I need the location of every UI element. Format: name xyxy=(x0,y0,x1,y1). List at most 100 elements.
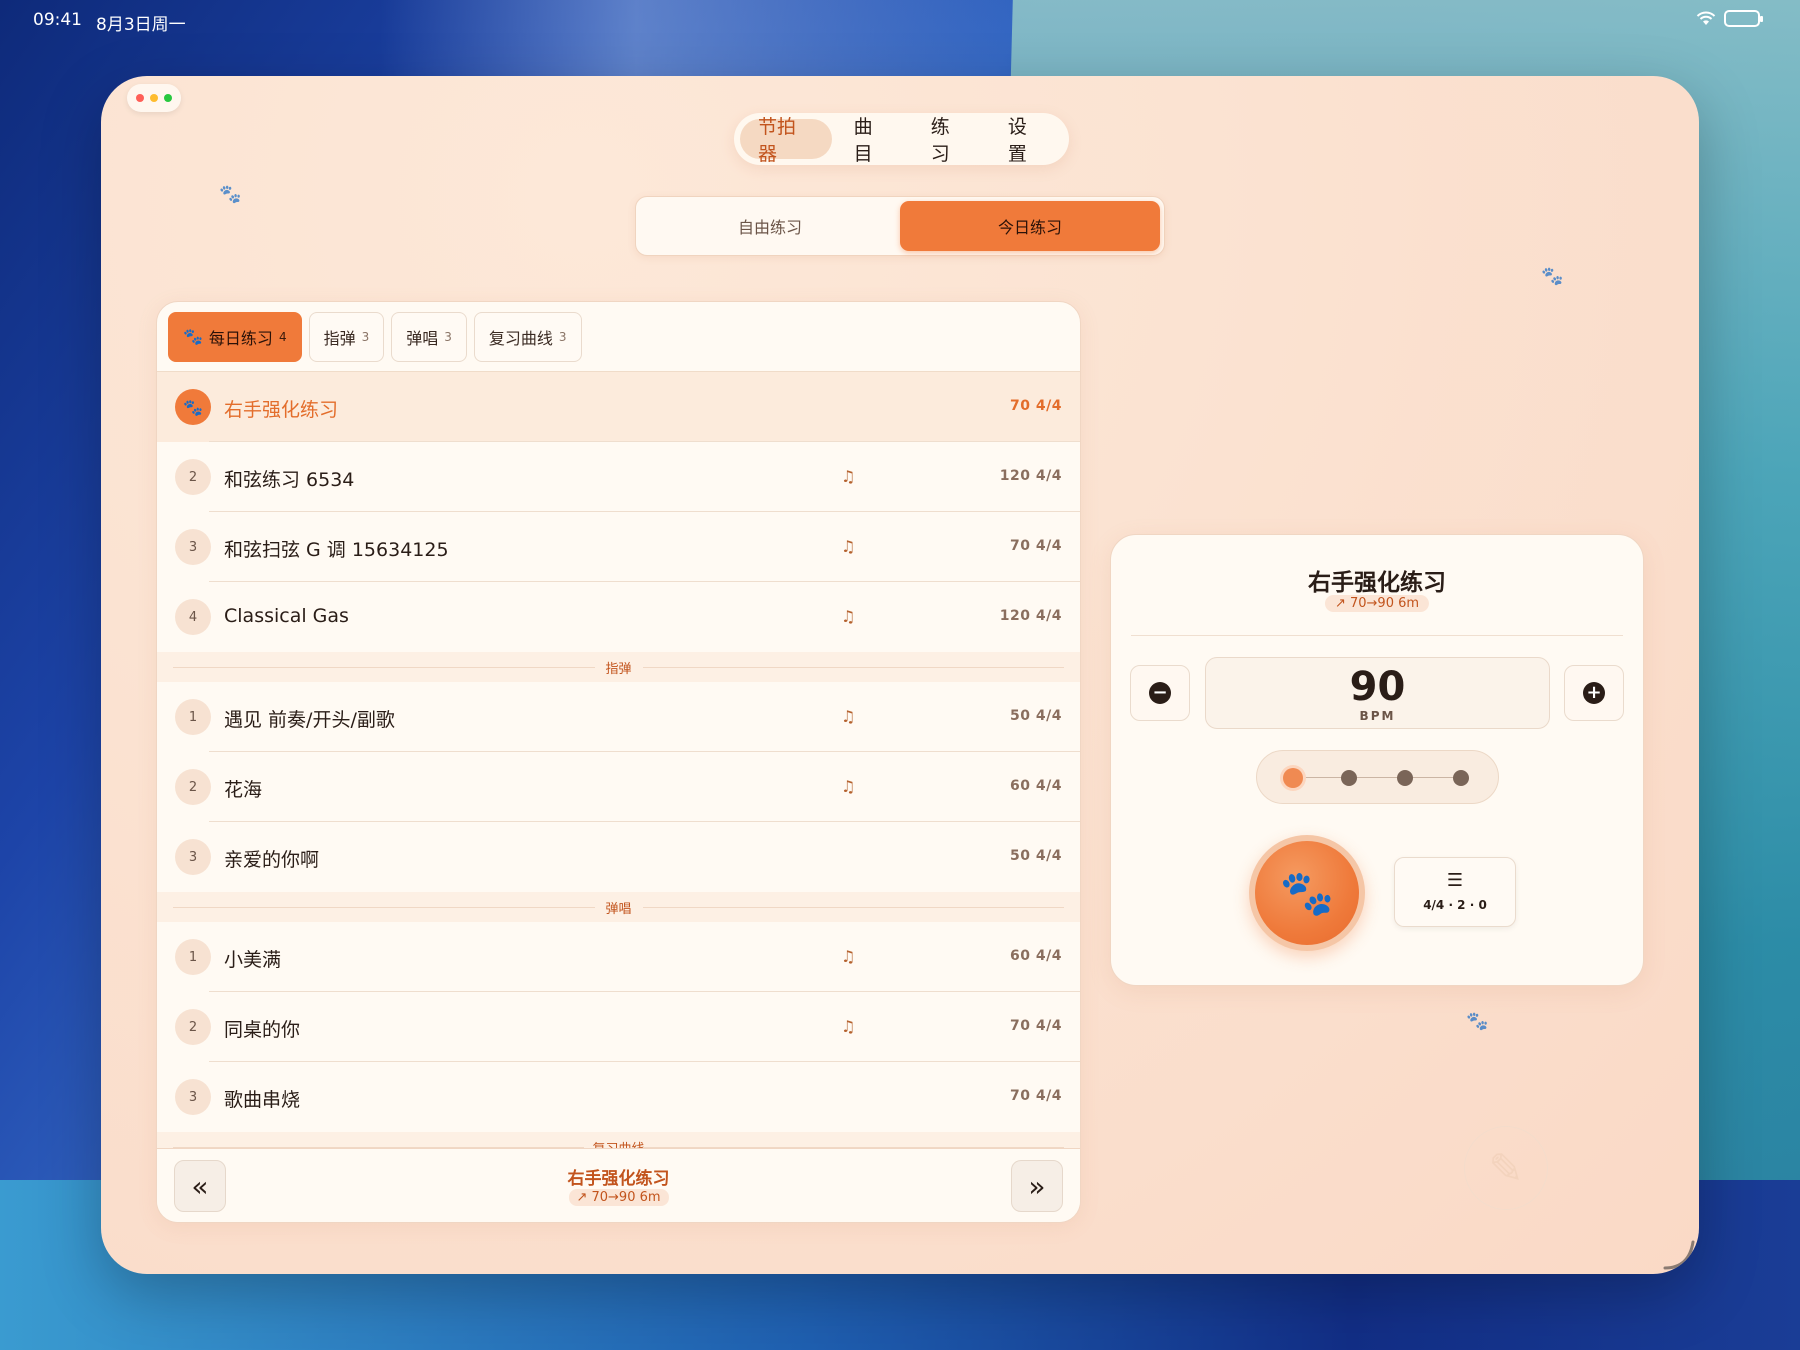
music-note-icon: ♫ xyxy=(841,537,856,556)
beat-dot[interactable] xyxy=(1341,770,1357,786)
meter-summary: 4/4 · 2 · 0 xyxy=(1423,898,1487,912)
tab-metronome[interactable]: 节拍器 xyxy=(740,116,832,165)
beat-dot[interactable] xyxy=(1453,770,1469,786)
item-meta: 50 4/4 xyxy=(1010,848,1062,864)
filter-chips: 🐾 每日练习 4 指弹 3 弹唱 3 复习曲线 3 xyxy=(157,302,1080,372)
item-meta: 70 4/4 xyxy=(1010,1018,1062,1034)
mode-segmented-control: 自由练习 今日练习 xyxy=(635,196,1165,256)
practice-list: 🐾 右手强化练习 70 4/4 2 和弦练习 6534 ♫ 120 4/4 3 … xyxy=(157,372,1080,1150)
item-number: 4 xyxy=(175,599,211,635)
filter-singing[interactable]: 弹唱 3 xyxy=(391,311,467,362)
item-meta: 120 4/4 xyxy=(999,468,1062,484)
beat-dot[interactable] xyxy=(1397,770,1413,786)
scribble-icon[interactable]: ✎ xyxy=(1464,1126,1548,1210)
list-item[interactable]: 2 同桌的你 ♫ 70 4/4 xyxy=(157,992,1080,1062)
meter-settings-button[interactable]: ☰ 4/4 · 2 · 0 xyxy=(1394,857,1516,927)
paw-decoration-icon: 🐾 xyxy=(1541,266,1564,287)
minus-icon: − xyxy=(1149,682,1171,704)
filter-count: 3 xyxy=(558,329,567,344)
filter-count: 4 xyxy=(278,329,287,344)
tab-songs[interactable]: 曲目 xyxy=(836,116,909,165)
bpm-value: 90 xyxy=(1349,664,1406,710)
paw-icon: 🐾 xyxy=(183,327,203,346)
section-header-fingerstyle: 指弹 xyxy=(157,652,1080,682)
footer-tempo-badge: ↗ 70→90 6m xyxy=(568,1189,669,1206)
item-number: 3 xyxy=(175,839,211,875)
item-meta: 70 4/4 xyxy=(1010,1088,1062,1104)
filter-review[interactable]: 复习曲线 3 xyxy=(473,311,582,362)
filter-fingerstyle[interactable]: 指弹 3 xyxy=(308,311,385,362)
music-note-icon: ♫ xyxy=(841,707,856,726)
today-practice-segment[interactable]: 今日练习 xyxy=(900,201,1160,251)
section-label: 指弹 xyxy=(597,657,640,677)
footer-current-title: 右手强化练习 xyxy=(567,1169,670,1189)
music-note-icon: ♫ xyxy=(841,1017,856,1036)
increase-bpm-button[interactable]: + xyxy=(1564,665,1624,721)
music-note-icon: ♫ xyxy=(841,777,856,796)
metronome-title: 右手强化练习 xyxy=(1308,570,1446,596)
paw-decoration-icon: 🐾 xyxy=(1466,1011,1489,1032)
item-meta: 70 4/4 xyxy=(1010,538,1062,554)
bpm-label: BPM xyxy=(1359,709,1396,723)
item-number: 2 xyxy=(175,459,211,495)
list-item[interactable]: 1 遇见 前奏/开头/副歌 ♫ 50 4/4 xyxy=(157,682,1080,752)
plus-icon: + xyxy=(1583,682,1605,704)
item-meta: 60 4/4 xyxy=(1010,778,1062,794)
battery-icon xyxy=(1724,10,1763,27)
close-dot[interactable] xyxy=(136,94,144,102)
paw-icon: 🐾 xyxy=(175,389,211,425)
practice-list-panel: 🐾 每日练习 4 指弹 3 弹唱 3 复习曲线 3 🐾 右手强化练习 70 4/… xyxy=(156,301,1081,1223)
item-title: 花海 xyxy=(224,779,263,801)
item-meta: 50 4/4 xyxy=(1010,708,1062,724)
item-title: 和弦练习 6534 xyxy=(224,469,355,491)
tab-practice[interactable]: 练习 xyxy=(913,116,986,165)
item-title: 遇见 前奏/开头/副歌 xyxy=(224,709,395,731)
filter-daily[interactable]: 🐾 每日练习 4 xyxy=(168,311,302,362)
list-item[interactable]: 3 和弦扫弦 G 调 15634125 ♫ 70 4/4 xyxy=(157,512,1080,582)
app-window: 🐾 🐾 🐾 节拍器 曲目 练习 设置 自由练习 今日练习 🐾 每日练习 4 指弹… xyxy=(101,76,1699,1274)
list-item[interactable]: 1 小美满 ♫ 60 4/4 xyxy=(157,922,1080,992)
filter-label: 复习曲线 xyxy=(488,328,553,348)
tab-settings[interactable]: 设置 xyxy=(990,116,1063,165)
wifi-icon xyxy=(1696,11,1716,26)
item-number: 3 xyxy=(175,529,211,565)
list-item[interactable]: 2 花海 ♫ 60 4/4 xyxy=(157,752,1080,822)
paw-decoration-icon: 🐾 xyxy=(219,184,242,205)
item-title: 和弦扫弦 G 调 15634125 xyxy=(224,539,449,561)
window-controls[interactable] xyxy=(127,84,181,112)
beat-indicator[interactable] xyxy=(1256,750,1499,804)
list-item[interactable]: 2 和弦练习 6534 ♫ 120 4/4 xyxy=(157,442,1080,512)
filter-label: 指弹 xyxy=(323,328,356,348)
item-number: 1 xyxy=(175,699,211,735)
resize-handle-icon[interactable] xyxy=(1659,1234,1699,1274)
bpm-display[interactable]: 90 BPM xyxy=(1205,657,1550,729)
item-number: 2 xyxy=(175,769,211,805)
metronome-panel: 右手强化练习 ↗ 70→90 6m − 90 BPM + 🐾 ☰ 4/4 · 2… xyxy=(1110,534,1644,986)
filter-label: 每日练习 xyxy=(208,328,273,348)
item-meta: 120 4/4 xyxy=(999,608,1062,624)
list-item[interactable]: 3 歌曲串烧 70 4/4 xyxy=(157,1062,1080,1132)
status-date: 8月3日周一 xyxy=(96,15,186,35)
item-title: 亲爱的你啊 xyxy=(224,849,320,871)
minimize-dot[interactable] xyxy=(150,94,158,102)
list-item[interactable]: 🐾 右手强化练习 70 4/4 xyxy=(157,372,1080,442)
item-number: 1 xyxy=(175,939,211,975)
list-item[interactable]: 3 亲爱的你啊 50 4/4 xyxy=(157,822,1080,892)
music-note-icon: ♫ xyxy=(841,947,856,966)
free-practice-segment[interactable]: 自由练习 xyxy=(640,201,900,251)
zoom-dot[interactable] xyxy=(164,94,172,102)
item-title: Classical Gas xyxy=(224,605,349,627)
section-label: 弹唱 xyxy=(597,897,640,917)
filter-label: 弹唱 xyxy=(406,328,439,348)
list-item[interactable]: 4 Classical Gas ♫ 120 4/4 xyxy=(157,582,1080,652)
item-meta: 70 4/4 xyxy=(1010,398,1062,414)
paw-icon: 🐾 xyxy=(1255,841,1359,945)
section-header-singing: 弹唱 xyxy=(157,892,1080,922)
decrease-bpm-button[interactable]: − xyxy=(1130,665,1190,721)
metronome-tempo-badge: ↗ 70→90 6m xyxy=(1324,595,1430,612)
next-button[interactable]: » xyxy=(1011,1160,1063,1212)
beat-dot[interactable] xyxy=(1283,768,1303,788)
list-footer: « 右手强化练习 ↗ 70→90 6m » xyxy=(157,1148,1080,1222)
play-button[interactable]: 🐾 xyxy=(1249,835,1365,951)
item-title: 歌曲串烧 xyxy=(224,1089,301,1111)
